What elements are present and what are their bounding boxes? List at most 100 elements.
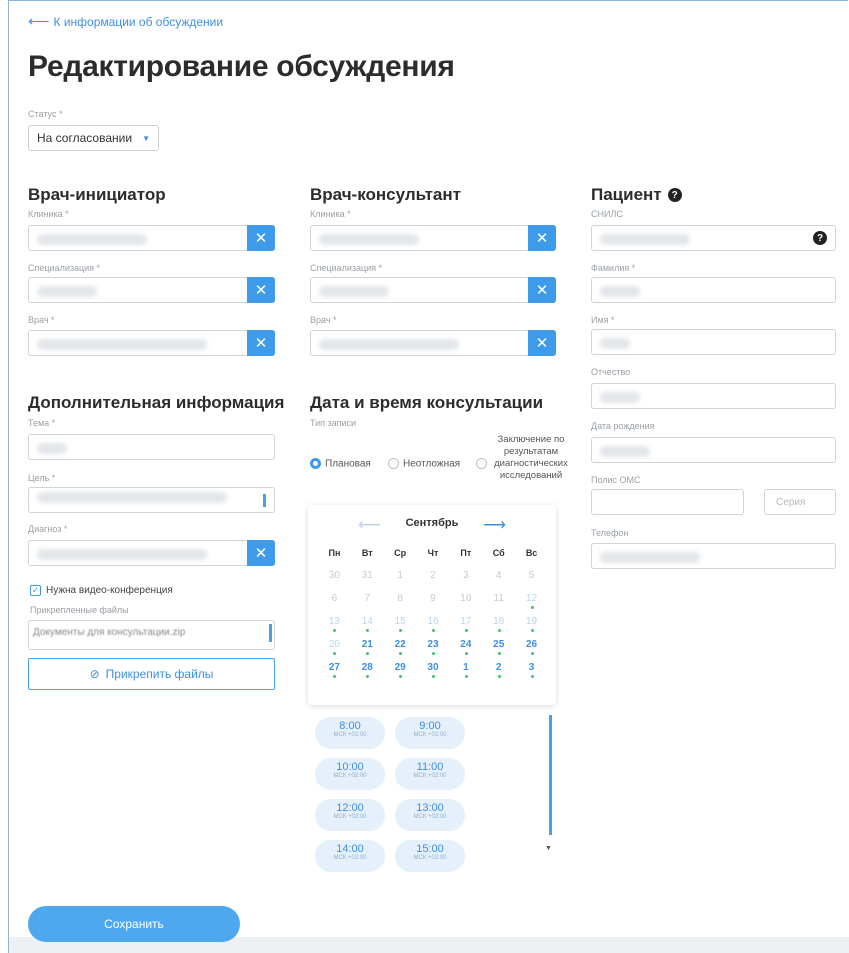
- initiator-doctor-field[interactable]: ✕: [28, 330, 275, 356]
- consultant-clinic-field[interactable]: ✕: [310, 225, 556, 251]
- time-slots: 8:00 МСК +02:00 9:00 МСК +02:00 10:00 МСК +02…: [308, 710, 556, 875]
- calendar-day[interactable]: 15: [384, 614, 417, 633]
- snils-label: СНИЛС: [591, 209, 623, 219]
- status-select[interactable]: На согласовании ▼: [28, 125, 159, 151]
- snils-field[interactable]: ?: [591, 225, 836, 251]
- time-slot[interactable]: 9:00 МСК +02:00: [395, 717, 465, 749]
- calendar-day[interactable]: 22: [384, 637, 417, 656]
- available-dot-icon: [530, 675, 534, 678]
- oms-label: Полис ОМС: [591, 475, 641, 485]
- video-checkbox-row[interactable]: ✓ Нужна видео-конференция: [30, 585, 173, 596]
- checkbox-checked-icon[interactable]: ✓: [30, 585, 41, 596]
- radio-icon[interactable]: [476, 458, 487, 470]
- diagnosis-field[interactable]: ✕: [28, 540, 275, 566]
- time-slot[interactable]: 10:00 МСК +02:00: [315, 758, 385, 790]
- arrow-next-icon[interactable]: ⟶: [483, 515, 506, 535]
- files-textarea[interactable]: Документы для консультации.zip: [28, 620, 275, 650]
- radio-icon[interactable]: [388, 458, 399, 470]
- attach-files-button[interactable]: ⊘ Прикрепить файлы: [28, 658, 275, 690]
- calendar-day: 31: [351, 568, 384, 587]
- calendar-day[interactable]: 29: [384, 660, 417, 679]
- time-slot[interactable]: 12:00 МСК +02:00: [315, 799, 385, 831]
- clear-icon[interactable]: ✕: [247, 330, 275, 356]
- consultant-spec-field[interactable]: ✕: [310, 277, 556, 303]
- available-dot-icon: [464, 675, 468, 678]
- initiator-clinic-field[interactable]: ✕: [28, 225, 275, 251]
- slots-scrollbar[interactable]: [549, 715, 552, 835]
- calendar-day[interactable]: 21: [351, 637, 384, 656]
- time-slot[interactable]: 13:00 МСК +02:00: [395, 799, 465, 831]
- consultant-doctor-field[interactable]: ✕: [310, 330, 556, 356]
- goal-textarea[interactable]: [28, 487, 275, 513]
- phone-field[interactable]: [591, 543, 836, 569]
- calendar-day[interactable]: 1: [449, 660, 482, 679]
- initiator-spec-field[interactable]: ✕: [28, 277, 275, 303]
- time-slot-zone: МСК +02:00: [413, 814, 447, 820]
- question-icon[interactable]: ?: [813, 231, 827, 245]
- calendar-day-number: 21: [361, 639, 373, 650]
- back-link[interactable]: ⟵ К информации об обсуждении: [28, 14, 223, 29]
- clear-icon[interactable]: ✕: [247, 540, 275, 566]
- calendar-day[interactable]: 11: [482, 591, 515, 610]
- time-slot[interactable]: 8:00 МСК +02:00: [315, 717, 385, 749]
- calendar-day[interactable]: 26: [515, 637, 548, 656]
- calendar-day[interactable]: 16: [417, 614, 450, 633]
- oms-number-field[interactable]: [591, 489, 744, 515]
- calendar-day: 6: [318, 591, 351, 610]
- calendar-day[interactable]: 2: [482, 660, 515, 679]
- scroll-down-icon[interactable]: ▼: [545, 845, 552, 852]
- calendar-day-number: 4: [495, 570, 502, 581]
- calendar-day[interactable]: 17: [449, 614, 482, 633]
- calendar-day[interactable]: 28: [351, 660, 384, 679]
- calendar-day-number: 17: [460, 616, 472, 627]
- middlename-field[interactable]: [591, 383, 836, 409]
- time-slot[interactable]: 14:00 МСК +02:00: [315, 840, 385, 872]
- calendar-day[interactable]: 18: [482, 614, 515, 633]
- birthdate-field[interactable]: [591, 437, 836, 463]
- calendar-day[interactable]: 24: [449, 637, 482, 656]
- save-button[interactable]: Сохранить: [28, 906, 240, 942]
- consultant-title: Врач-консультант: [310, 185, 461, 204]
- lastname-field[interactable]: [591, 277, 836, 303]
- question-icon[interactable]: ?: [667, 188, 682, 202]
- initiator-clinic-label: Клиника *: [28, 209, 69, 219]
- radio-urgent[interactable]: Неотложная: [388, 455, 460, 473]
- textarea-scrollbar[interactable]: [269, 624, 272, 642]
- calendar-day[interactable]: 25: [482, 637, 515, 656]
- calendar-day[interactable]: 19: [515, 614, 548, 633]
- record-type-label: Тип записи: [310, 418, 357, 428]
- calendar-day-number: 8: [397, 593, 403, 604]
- radio-selected-icon[interactable]: [310, 458, 321, 470]
- time-slot-time: 12:00: [336, 802, 364, 814]
- clear-icon[interactable]: ✕: [247, 277, 275, 303]
- time-slot-zone: МСК +02:00: [413, 855, 447, 861]
- calendar-day[interactable]: 30: [417, 660, 450, 679]
- calendar-day: 2: [417, 568, 450, 587]
- time-slot[interactable]: 11:00 МСК +02:00: [395, 758, 465, 790]
- firstname-field[interactable]: [591, 329, 836, 355]
- clear-icon[interactable]: ✕: [247, 225, 275, 251]
- topic-field[interactable]: [28, 434, 275, 460]
- clear-icon[interactable]: ✕: [528, 225, 556, 251]
- calendar-day-number: 16: [427, 616, 439, 627]
- calendar-day[interactable]: 12: [515, 591, 548, 610]
- clear-icon[interactable]: ✕: [528, 330, 556, 356]
- calendar-day: 8: [384, 591, 417, 610]
- calendar-day[interactable]: 13: [318, 614, 351, 633]
- calendar-day[interactable]: 3: [515, 660, 548, 679]
- calendar-day[interactable]: 27: [318, 660, 351, 679]
- calendar-day[interactable]: 23: [417, 637, 450, 656]
- diagnosis-label: Диагноз *: [28, 524, 68, 534]
- calendar-day[interactable]: 14: [351, 614, 384, 633]
- calendar-day[interactable]: 20: [318, 637, 351, 656]
- textarea-scrollbar[interactable]: [263, 494, 266, 507]
- weekday-header: Вс: [525, 548, 538, 558]
- radio-planned[interactable]: Плановая: [310, 455, 371, 473]
- calendar-day-number: 31: [361, 570, 373, 581]
- patient-title-row: Пациент ?: [591, 185, 682, 205]
- available-dot-icon: [497, 629, 501, 632]
- clear-icon[interactable]: ✕: [528, 277, 556, 303]
- weekday-header: Пн: [328, 548, 341, 558]
- time-slot[interactable]: 15:00 МСК +02:00: [395, 840, 465, 872]
- oms-series-field[interactable]: Серия: [764, 489, 836, 515]
